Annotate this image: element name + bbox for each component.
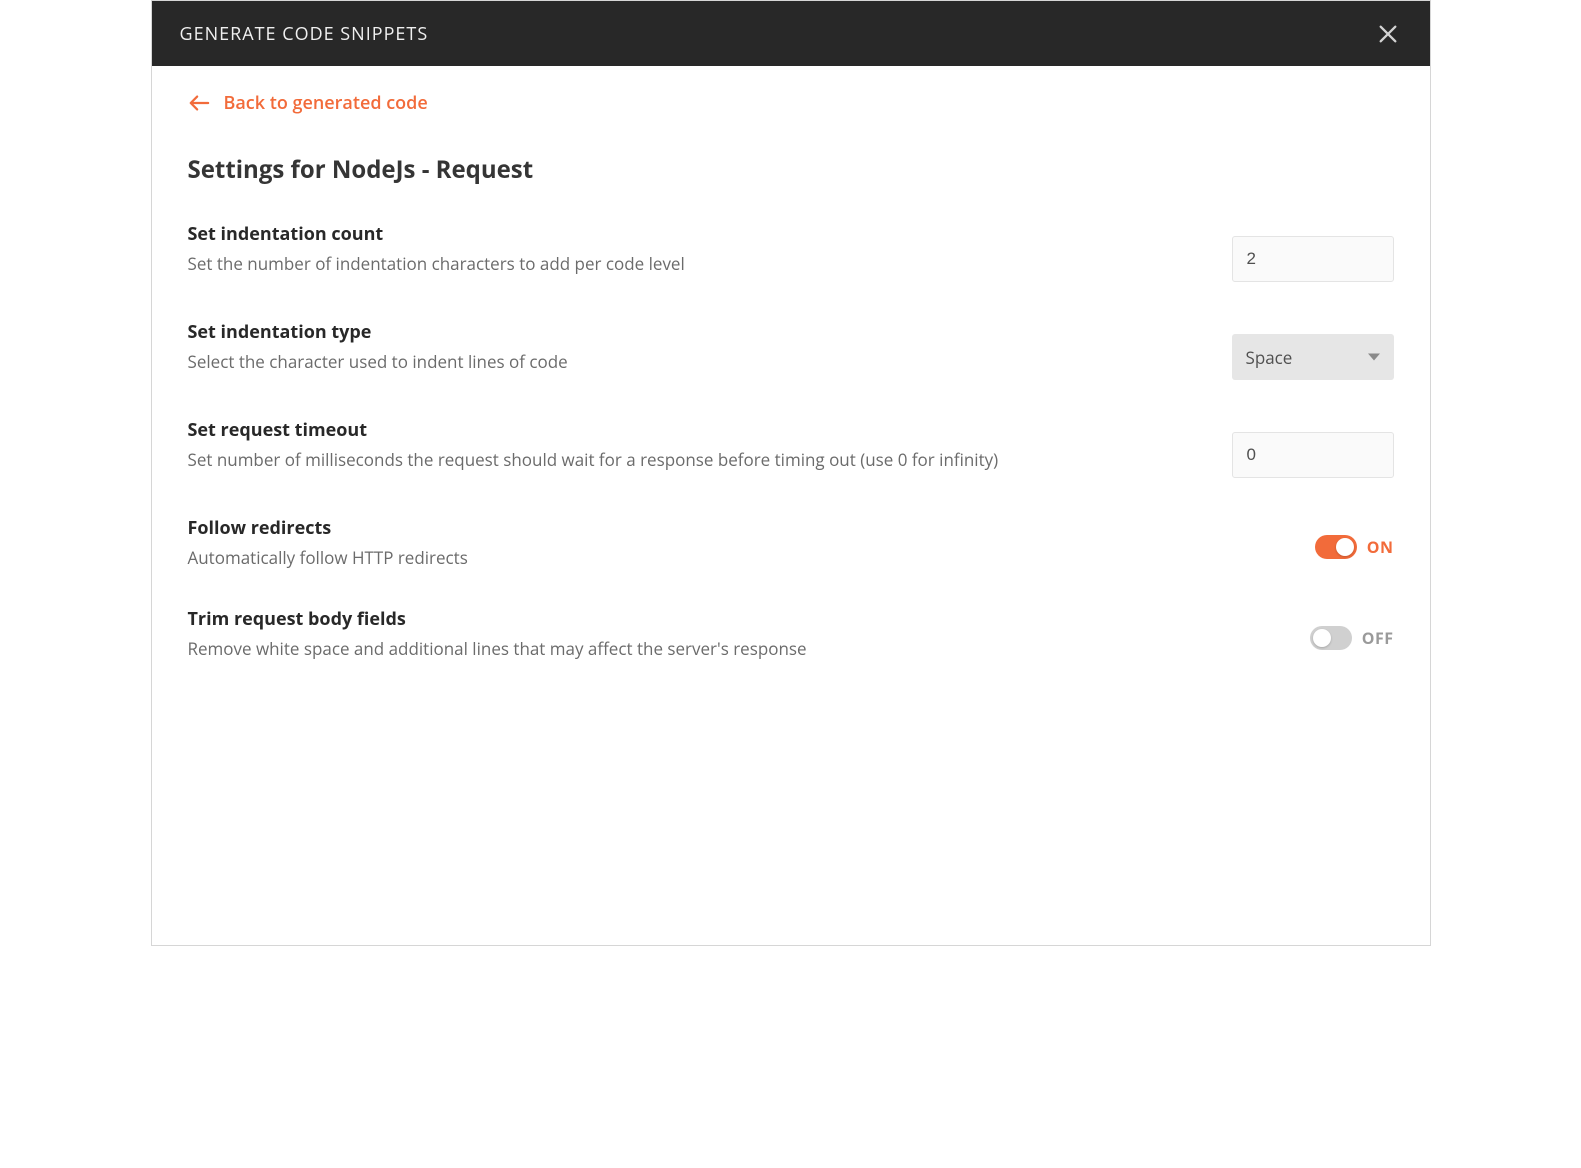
setting-label-block: Set indentation count Set the number of …	[188, 222, 1232, 275]
setting-control	[1232, 222, 1394, 282]
indentation-count-input[interactable]	[1232, 236, 1394, 282]
setting-request-timeout: Set request timeout Set number of millis…	[188, 418, 1394, 478]
toggle-state-label: OFF	[1362, 627, 1394, 649]
close-button[interactable]	[1374, 20, 1402, 48]
setting-follow-redirects: Follow redirects Automatically follow HT…	[188, 516, 1394, 569]
setting-control: Space	[1232, 320, 1394, 380]
setting-description: Select the character used to indent line…	[188, 350, 1192, 373]
setting-description: Remove white space and additional lines …	[188, 637, 1192, 660]
setting-label-block: Set request timeout Set number of millis…	[188, 418, 1232, 471]
setting-control: OFF	[1232, 607, 1394, 655]
chevron-down-icon	[1368, 354, 1380, 361]
setting-control	[1232, 418, 1394, 478]
page-title: Settings for NodeJs - Request	[188, 153, 1394, 186]
toggle-switch	[1315, 535, 1357, 559]
modal-content: Back to generated code Settings for Node…	[152, 66, 1430, 945]
setting-description: Set the number of indentation characters…	[188, 252, 1192, 275]
request-timeout-input[interactable]	[1232, 432, 1394, 478]
setting-trim-body: Trim request body fields Remove white sp…	[188, 607, 1394, 660]
setting-label: Set indentation count	[188, 222, 1192, 246]
setting-indentation-type: Set indentation type Select the characte…	[188, 320, 1394, 380]
setting-label: Follow redirects	[188, 516, 1192, 540]
setting-description: Set number of milliseconds the request s…	[188, 448, 1192, 471]
toggle-knob	[1336, 538, 1354, 556]
arrow-left-icon	[188, 94, 210, 112]
follow-redirects-toggle[interactable]: ON	[1315, 535, 1394, 559]
toggle-knob	[1313, 629, 1331, 647]
modal-header: GENERATE CODE SNIPPETS	[152, 1, 1430, 66]
modal-frame: GENERATE CODE SNIPPETS Back to generated…	[151, 0, 1431, 946]
setting-label: Set indentation type	[188, 320, 1192, 344]
modal-title: GENERATE CODE SNIPPETS	[180, 22, 429, 46]
setting-label-block: Trim request body fields Remove white sp…	[188, 607, 1232, 660]
setting-control: ON	[1232, 516, 1394, 564]
back-link[interactable]: Back to generated code	[188, 91, 1394, 115]
setting-indentation-count: Set indentation count Set the number of …	[188, 222, 1394, 282]
toggle-state-label: ON	[1367, 536, 1394, 558]
setting-description: Automatically follow HTTP redirects	[188, 546, 1192, 569]
setting-label-block: Set indentation type Select the characte…	[188, 320, 1232, 373]
toggle-switch	[1310, 626, 1352, 650]
setting-label: Set request timeout	[188, 418, 1192, 442]
setting-label-block: Follow redirects Automatically follow HT…	[188, 516, 1232, 569]
close-icon	[1377, 23, 1399, 45]
trim-body-toggle[interactable]: OFF	[1310, 626, 1394, 650]
setting-label: Trim request body fields	[188, 607, 1192, 631]
select-value: Space	[1246, 346, 1293, 369]
back-link-label: Back to generated code	[224, 91, 428, 115]
indentation-type-select[interactable]: Space	[1232, 334, 1394, 380]
